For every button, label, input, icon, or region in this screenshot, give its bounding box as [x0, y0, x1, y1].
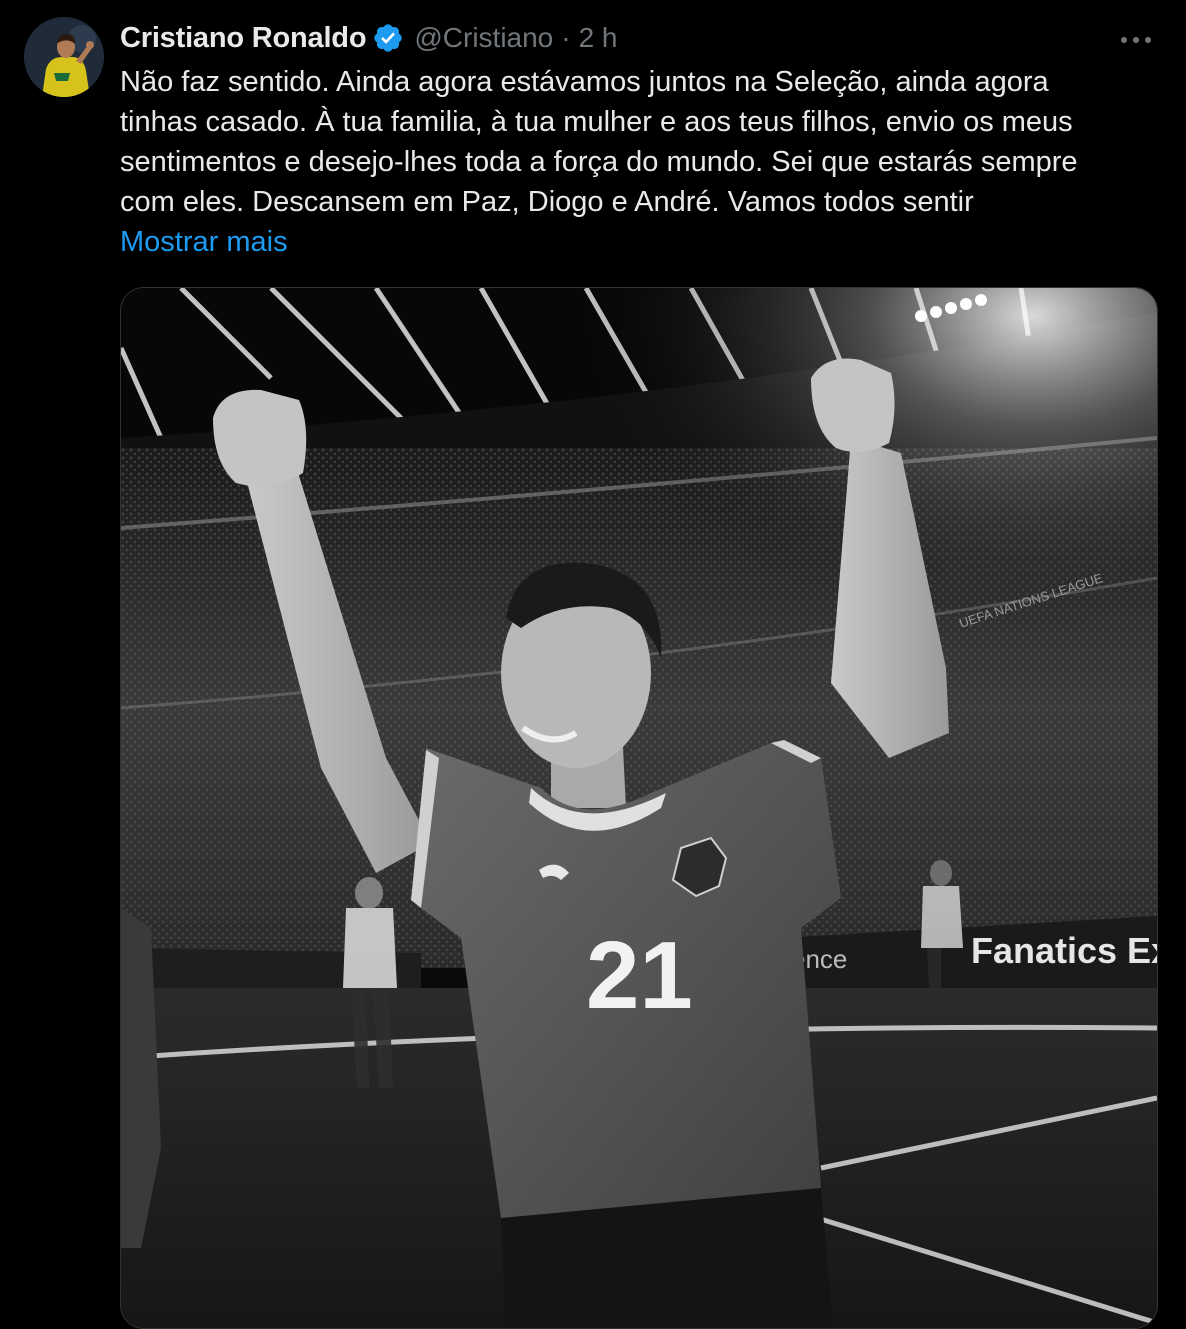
show-more-link[interactable]: Mostrar mais [120, 222, 288, 262]
tweet[interactable]: Cristiano Ronaldo @Cristiano · 2 h Não f… [0, 0, 1186, 1329]
separator-dot: · [561, 22, 571, 53]
tweet-text-line: tinhas casado. À tua familia, à tua mulh… [120, 106, 1073, 138]
photo-player-celebrating: UEFA NATIONS LEAGUE ence Fanatics Ex 21 [121, 288, 1157, 1328]
board-text-fanatics: Fanatics Ex [971, 930, 1157, 971]
jersey-number: 21 [586, 922, 693, 1029]
more-options-button[interactable] [1116, 22, 1156, 58]
tweet-photo[interactable]: UEFA NATIONS LEAGUE ence Fanatics Ex 21 [120, 287, 1158, 1329]
verified-badge-icon [372, 22, 404, 54]
more-options-icon [1121, 37, 1151, 43]
avatar[interactable] [24, 17, 104, 97]
tweet-header: Cristiano Ronaldo @Cristiano · 2 h [120, 18, 618, 58]
tweet-text-line: sentimentos e desejo-lhes toda a força d… [120, 146, 1078, 178]
tweet-text-line: Não faz sentido. Ainda agora estávamos j… [120, 66, 1049, 98]
tweet-text: Não faz sentido. Ainda agora estávamos j… [120, 62, 1160, 222]
author-handle[interactable]: @Cristiano [414, 22, 553, 54]
tweet-text-line: com eles. Descansem em Paz, Diogo e Andr… [120, 186, 974, 218]
author-name[interactable]: Cristiano Ronaldo [120, 22, 367, 55]
avatar-image [24, 17, 104, 97]
tweet-timestamp[interactable]: 2 h [579, 22, 618, 54]
